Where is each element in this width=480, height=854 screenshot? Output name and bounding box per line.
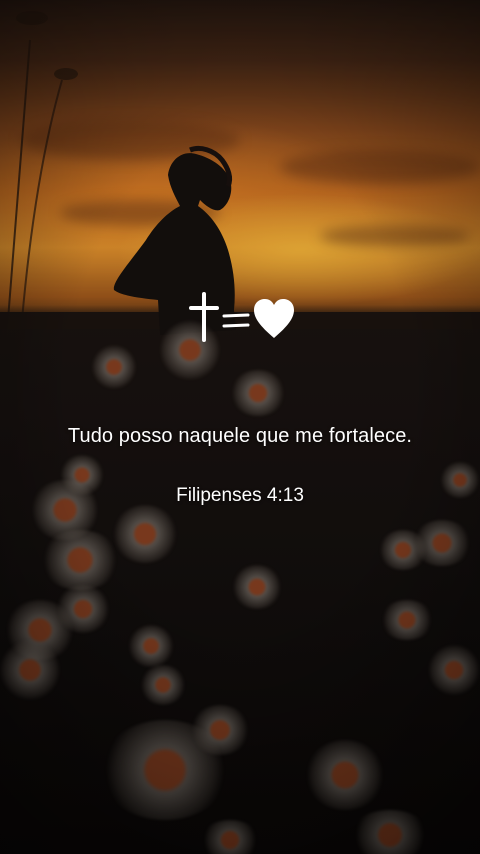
- cross-equals-heart: [0, 288, 480, 348]
- equals-icon: [222, 313, 250, 328]
- verse-text: Tudo posso naquele que me fortalece.: [67, 425, 413, 447]
- cross-icon: [189, 292, 219, 342]
- heart-icon: [254, 299, 294, 338]
- verse-reference: Filipenses 4:13: [176, 485, 304, 506]
